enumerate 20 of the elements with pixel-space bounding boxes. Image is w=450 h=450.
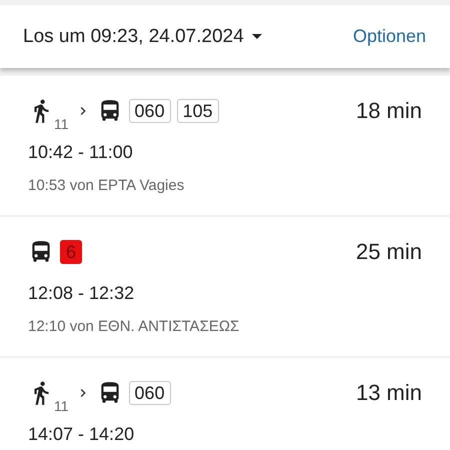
departure-info: 10:53 von EPTA Vagies <box>28 177 186 194</box>
walk-minutes: 11 <box>54 398 69 414</box>
line-number: 105 <box>176 99 219 123</box>
route-card[interactable]: 11 060 105 18 min 10:42 - 11:00 10:53 von EPTA Vagies <box>0 76 450 215</box>
trip-times: 10:42 - 11:00 <box>28 142 134 163</box>
trip-times: 12:08 - 12:32 <box>28 283 136 304</box>
line-number: 6 <box>60 240 82 264</box>
route-card[interactable]: 6 25 min 12:08 - 12:32 12:10 von ΕΘΝ. ΑΝΤΙΣΤΑΣΕΩΣ <box>0 217 450 356</box>
dropdown-caret-icon <box>252 34 262 39</box>
trip-duration: 25 min <box>356 239 422 265</box>
departure-info: 12:10 von ΕΘΝ. ΑΝΤΙΣΤΑΣΕΩΣ <box>28 318 240 335</box>
line-number: 060 <box>128 381 171 405</box>
line-number: 060 <box>128 99 171 123</box>
options-link[interactable]: Optionen <box>352 26 426 47</box>
trip-times: 14:07 - 14:20 <box>28 424 136 445</box>
walk-minutes: 11 <box>54 116 69 132</box>
trip-duration: 13 min <box>356 380 422 406</box>
departure-time-dropdown[interactable]: Los um 09:23, 24.07.2024 <box>23 26 262 48</box>
trip-duration: 18 min <box>356 98 422 124</box>
route-card[interactable]: 11 060 13 min 14:07 - 14:20 <box>0 358 450 450</box>
